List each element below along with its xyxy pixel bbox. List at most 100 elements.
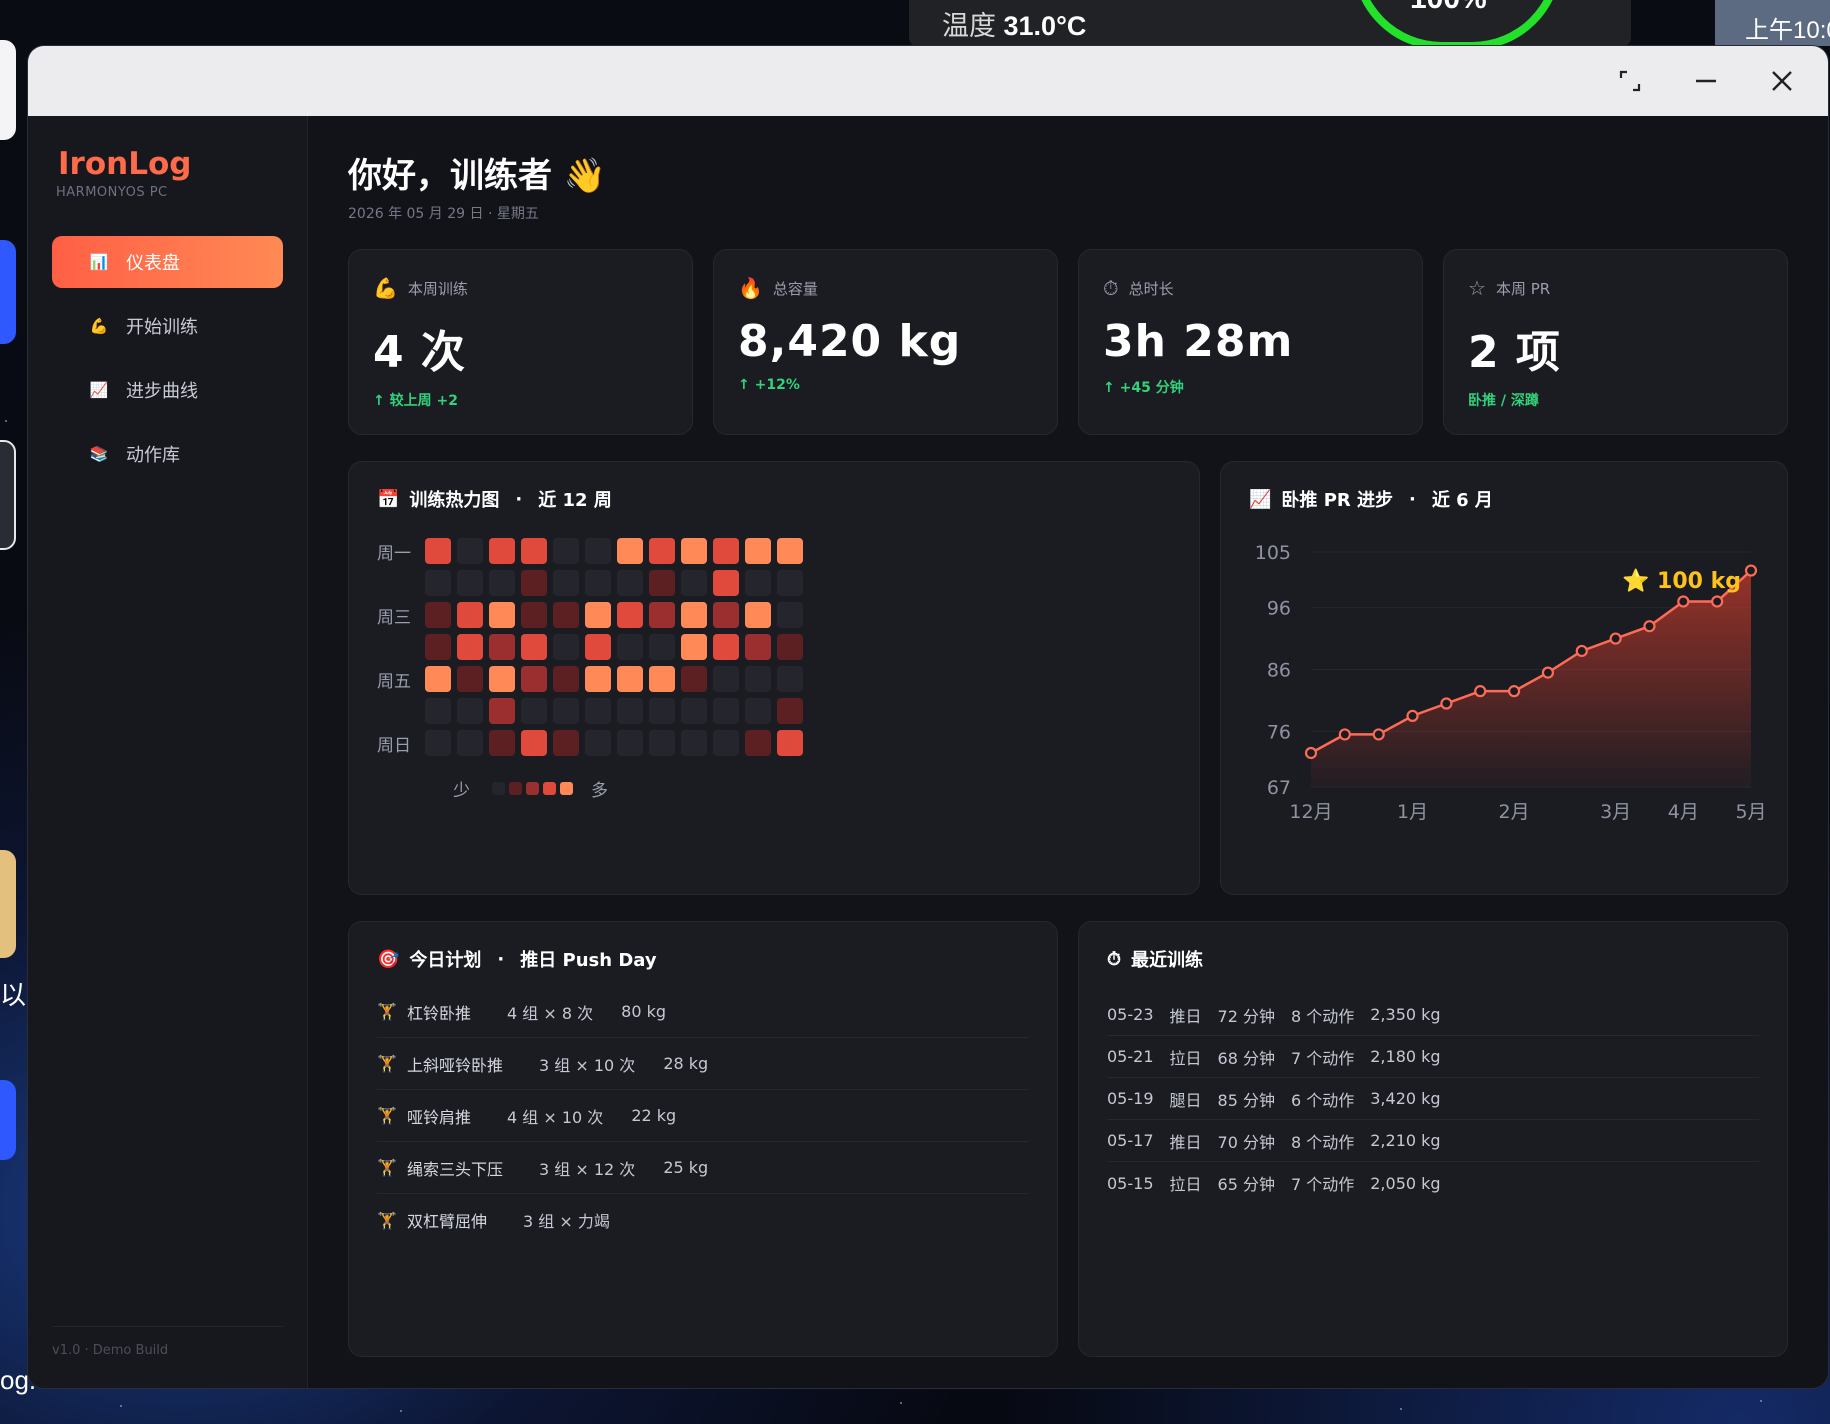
heatmap-cell[interactable]	[681, 634, 707, 660]
heatmap-cell[interactable]	[777, 570, 803, 596]
heatmap-cell[interactable]	[649, 698, 675, 724]
heatmap-cell[interactable]	[521, 570, 547, 596]
heatmap-cell[interactable]	[425, 698, 451, 724]
heatmap-cell[interactable]	[713, 666, 739, 692]
clock[interactable]: 上午10:0	[1715, 0, 1830, 46]
heatmap-cell[interactable]	[713, 538, 739, 564]
recent-workout-row[interactable]: 05-15 拉日 65 分钟 7 个动作 2,050 kg	[1107, 1162, 1759, 1204]
heatmap-cell[interactable]	[585, 634, 611, 660]
heatmap-cell[interactable]	[553, 666, 579, 692]
dock-app-icon[interactable]	[0, 440, 16, 550]
heatmap-cell[interactable]	[425, 730, 451, 756]
heatmap-cell[interactable]	[553, 698, 579, 724]
heatmap-cell[interactable]	[425, 666, 451, 692]
heatmap-cell[interactable]	[585, 666, 611, 692]
heatmap-cell[interactable]	[713, 730, 739, 756]
recent-workout-row[interactable]: 05-17 推日 70 分钟 8 个动作 2,210 kg	[1107, 1120, 1759, 1162]
heatmap-cell[interactable]	[713, 602, 739, 628]
heatmap-cell[interactable]	[553, 538, 579, 564]
heatmap-cell[interactable]	[777, 602, 803, 628]
heatmap-cell[interactable]	[585, 570, 611, 596]
heatmap-cell[interactable]	[585, 730, 611, 756]
sidebar-item-progress[interactable]: 📈 进步曲线	[52, 364, 283, 416]
sidebar-item-library[interactable]: 📚 动作库	[52, 428, 283, 480]
heatmap-cell[interactable]	[745, 698, 771, 724]
heatmap-cell[interactable]	[745, 602, 771, 628]
plan-item[interactable]: 🏋 哑铃肩推 4 组 × 10 次 22 kg	[377, 1090, 1029, 1142]
heatmap-cell[interactable]	[681, 730, 707, 756]
heatmap-cell[interactable]	[457, 634, 483, 660]
heatmap-cell[interactable]	[457, 602, 483, 628]
heatmap-cell[interactable]	[649, 538, 675, 564]
dock-app-icon[interactable]	[0, 850, 16, 958]
recent-workout-row[interactable]: 05-23 推日 72 分钟 8 个动作 2,350 kg	[1107, 994, 1759, 1036]
sidebar-item-start-workout[interactable]: 💪 开始训练	[52, 300, 283, 352]
heatmap-cell[interactable]	[521, 634, 547, 660]
heatmap-cell[interactable]	[521, 698, 547, 724]
minimize-button[interactable]	[1686, 63, 1726, 99]
heatmap-cell[interactable]	[489, 570, 515, 596]
heatmap-cell[interactable]	[617, 602, 643, 628]
heatmap-cell[interactable]	[681, 538, 707, 564]
heatmap-cell[interactable]	[681, 602, 707, 628]
heatmap-cell[interactable]	[745, 730, 771, 756]
heatmap-cell[interactable]	[553, 730, 579, 756]
dock-app-icon[interactable]	[0, 40, 16, 140]
heatmap-cell[interactable]	[457, 666, 483, 692]
heatmap-cell[interactable]	[489, 698, 515, 724]
heatmap-cell[interactable]	[457, 730, 483, 756]
heatmap-cell[interactable]	[553, 634, 579, 660]
heatmap-cell[interactable]	[649, 634, 675, 660]
heatmap-cell[interactable]	[777, 698, 803, 724]
heatmap-cell[interactable]	[649, 570, 675, 596]
heatmap-cell[interactable]	[745, 666, 771, 692]
heatmap-cell[interactable]	[425, 634, 451, 660]
heatmap-cell[interactable]	[745, 570, 771, 596]
heatmap-cell[interactable]	[617, 666, 643, 692]
recent-workout-row[interactable]: 05-19 腿日 85 分钟 6 个动作 3,420 kg	[1107, 1078, 1759, 1120]
heatmap-cell[interactable]	[713, 570, 739, 596]
heatmap-cell[interactable]	[617, 570, 643, 596]
dock-app-icon[interactable]	[0, 240, 16, 344]
heatmap-cell[interactable]	[777, 538, 803, 564]
heatmap-cell[interactable]	[681, 570, 707, 596]
heatmap-cell[interactable]	[489, 666, 515, 692]
heatmap-cell[interactable]	[777, 634, 803, 660]
heatmap-cell[interactable]	[681, 698, 707, 724]
heatmap-cell[interactable]	[745, 538, 771, 564]
plan-item[interactable]: 🏋 双杠臂屈伸 3 组 × 力竭	[377, 1194, 1029, 1246]
heatmap-cell[interactable]	[745, 634, 771, 660]
maximize-button[interactable]	[1610, 63, 1650, 99]
title-bar[interactable]	[28, 46, 1828, 116]
heatmap-cell[interactable]	[457, 570, 483, 596]
heatmap-cell[interactable]	[521, 602, 547, 628]
heatmap-cell[interactable]	[489, 634, 515, 660]
heatmap-cell[interactable]	[681, 666, 707, 692]
heatmap-cell[interactable]	[617, 698, 643, 724]
heatmap-cell[interactable]	[649, 666, 675, 692]
plan-item[interactable]: 🏋 杠铃卧推 4 组 × 8 次 80 kg	[377, 986, 1029, 1038]
heatmap-cell[interactable]	[457, 698, 483, 724]
heatmap-cell[interactable]	[553, 602, 579, 628]
heatmap-cell[interactable]	[617, 538, 643, 564]
heatmap-cell[interactable]	[425, 570, 451, 596]
heatmap-cell[interactable]	[585, 698, 611, 724]
heatmap-cell[interactable]	[521, 666, 547, 692]
heatmap-cell[interactable]	[425, 538, 451, 564]
dock-app-icon[interactable]	[0, 1080, 16, 1160]
plan-item[interactable]: 🏋 绳索三头下压 3 组 × 12 次 25 kg	[377, 1142, 1029, 1194]
heatmap-cell[interactable]	[777, 730, 803, 756]
heatmap-cell[interactable]	[457, 538, 483, 564]
heatmap-cell[interactable]	[649, 730, 675, 756]
heatmap-cell[interactable]	[617, 730, 643, 756]
heatmap-cell[interactable]	[713, 634, 739, 660]
heatmap-cell[interactable]	[585, 602, 611, 628]
recent-workout-row[interactable]: 05-21 拉日 68 分钟 7 个动作 2,180 kg	[1107, 1036, 1759, 1078]
heatmap-cell[interactable]	[617, 634, 643, 660]
heatmap-cell[interactable]	[489, 602, 515, 628]
heatmap-cell[interactable]	[585, 538, 611, 564]
heatmap-cell[interactable]	[777, 666, 803, 692]
heatmap-cell[interactable]	[489, 538, 515, 564]
heatmap-cell[interactable]	[489, 730, 515, 756]
heatmap-cell[interactable]	[649, 602, 675, 628]
